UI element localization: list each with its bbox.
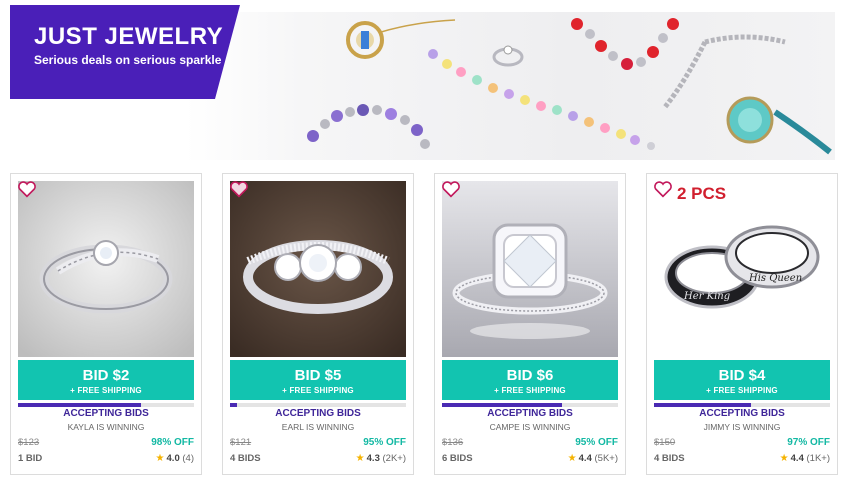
heart-icon[interactable] xyxy=(441,180,461,198)
brand-badge: JUST JEWELRY Serious deals on serious sp… xyxy=(10,5,240,99)
rating-score: 4.3 xyxy=(366,453,380,464)
bid-progress-fill xyxy=(230,403,238,407)
original-price: $121 xyxy=(230,437,252,448)
rating: ★ 4.4 (1K+) xyxy=(780,453,830,464)
star-icon: ★ xyxy=(567,453,577,464)
bid-price: BID $5 xyxy=(294,367,342,384)
free-shipping-label: + FREE SHIPPING xyxy=(70,386,142,395)
bid-progress-fill xyxy=(18,403,142,407)
product-image[interactable] xyxy=(18,181,194,357)
star-icon: ★ xyxy=(155,453,165,464)
original-price: $123 xyxy=(18,437,40,448)
ring-engraving-right: His Queen xyxy=(748,273,802,284)
bid-count: 1 BID xyxy=(18,453,43,464)
bid-count: 6 BIDS xyxy=(442,453,473,464)
bid-progress-fill xyxy=(442,403,562,407)
brand-title: JUST JEWELRY xyxy=(34,23,224,50)
winning-bidder: EARL IS WINNING xyxy=(281,422,355,432)
product-card[interactable]: BID $6 + FREE SHIPPING ACCEPTING BIDS CA… xyxy=(434,173,626,475)
winning-bidder: JIMMY IS WINNING xyxy=(703,422,781,432)
heart-icon[interactable] xyxy=(653,180,673,198)
brand-subtitle: Serious deals on serious sparkle xyxy=(34,53,222,67)
free-shipping-label: + FREE SHIPPING xyxy=(706,386,778,395)
rating: ★ 4.4 (5K+) xyxy=(568,453,618,464)
auction-status: ACCEPTING BIDS xyxy=(275,408,361,419)
heart-icon[interactable] xyxy=(17,180,37,198)
star-icon: ★ xyxy=(355,453,365,464)
review-count: (1K+) xyxy=(806,453,831,464)
review-count: (2K+) xyxy=(382,453,407,464)
winning-bidder: CAMPE IS WINNING xyxy=(489,422,571,432)
jewelry-banner[interactable]: JUST JEWELRY Serious deals on serious sp… xyxy=(0,0,850,160)
bid-button[interactable]: BID $6 + FREE SHIPPING xyxy=(442,360,618,400)
product-image[interactable] xyxy=(230,181,406,357)
bid-button[interactable]: BID $4 + FREE SHIPPING xyxy=(654,360,830,400)
quantity-badge: 2 PCS xyxy=(677,184,727,203)
product-card[interactable]: BID $5 + FREE SHIPPING ACCEPTING BIDS EA… xyxy=(222,173,414,475)
review-count: (4) xyxy=(182,453,194,464)
star-icon: ★ xyxy=(779,453,789,464)
bid-progress-bar xyxy=(230,403,406,407)
auction-status: ACCEPTING BIDS xyxy=(487,408,573,419)
bid-progress-bar xyxy=(654,403,830,407)
auction-status: ACCEPTING BIDS xyxy=(699,408,785,419)
product-image[interactable] xyxy=(442,181,618,357)
discount-label: 95% OFF xyxy=(575,437,618,448)
discount-label: 97% OFF xyxy=(787,437,830,448)
heart-icon[interactable] xyxy=(229,180,249,198)
winning-bidder: KAYLA IS WINNING xyxy=(67,422,145,432)
rating: ★ 4.0 (4) xyxy=(156,453,194,464)
discount-label: 98% OFF xyxy=(151,437,194,448)
bid-count: 4 BIDS xyxy=(230,453,261,464)
discount-label: 95% OFF xyxy=(363,437,406,448)
rating-score: 4.4 xyxy=(578,453,592,464)
bid-button[interactable]: BID $2 + FREE SHIPPING xyxy=(18,360,194,400)
review-count: (5K+) xyxy=(594,453,619,464)
bid-count: 4 BIDS xyxy=(654,453,685,464)
ring-engraving-left: Her King xyxy=(683,291,730,302)
bid-button[interactable]: BID $5 + FREE SHIPPING xyxy=(230,360,406,400)
original-price: $150 xyxy=(654,437,676,448)
rating-score: 4.4 xyxy=(790,453,804,464)
bid-price: BID $6 xyxy=(506,367,554,384)
product-image[interactable]: Her King His Queen xyxy=(654,181,830,357)
free-shipping-label: + FREE SHIPPING xyxy=(494,386,566,395)
product-card[interactable]: BID $2 + FREE SHIPPING ACCEPTING BIDS KA… xyxy=(10,173,202,475)
bid-progress-bar xyxy=(442,403,618,407)
rating: ★ 4.3 (2K+) xyxy=(356,453,406,464)
bid-progress-bar xyxy=(18,403,194,407)
bid-price: BID $2 xyxy=(82,367,130,384)
free-shipping-label: + FREE SHIPPING xyxy=(282,386,354,395)
brand-badge-shape xyxy=(10,5,240,99)
rating-score: 4.0 xyxy=(166,453,180,464)
original-price: $136 xyxy=(442,437,464,448)
bid-progress-fill xyxy=(654,403,751,407)
product-card[interactable]: Her King His Queen 2 PCS BID $4 + FREE S… xyxy=(646,173,838,475)
auction-status: ACCEPTING BIDS xyxy=(63,408,149,419)
bid-price: BID $4 xyxy=(718,367,766,384)
jewelry-banner-photo xyxy=(185,12,835,160)
